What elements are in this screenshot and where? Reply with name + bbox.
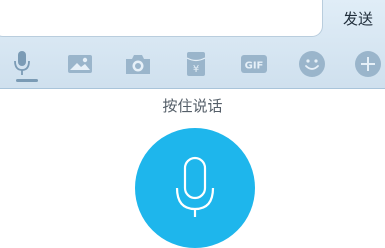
camera-tab[interactable]	[121, 46, 155, 82]
voice-tab[interactable]	[5, 46, 39, 82]
message-input[interactable]	[0, 0, 323, 37]
composer-bar: 发送 ¥ GIF	[0, 0, 385, 89]
active-tab-indicator	[16, 79, 38, 82]
more-tab[interactable]	[351, 46, 385, 82]
microphone-icon	[12, 50, 32, 78]
send-button[interactable]: 发送	[343, 8, 373, 29]
camera-icon	[124, 52, 152, 76]
gif-icon: GIF	[240, 54, 268, 74]
hold-to-talk-button[interactable]	[135, 128, 255, 248]
image-icon	[67, 53, 93, 75]
input-toolbar: ¥ GIF	[0, 46, 385, 82]
red-packet-icon: ¥	[185, 50, 207, 78]
hold-to-talk-hint: 按住说话	[162, 97, 223, 115]
svg-text:GIF: GIF	[245, 61, 264, 72]
plus-icon	[354, 50, 382, 78]
svg-text:¥: ¥	[193, 64, 199, 75]
gif-tab[interactable]: GIF	[237, 46, 271, 82]
emoji-tab[interactable]	[295, 46, 329, 82]
image-tab[interactable]	[63, 46, 97, 82]
emoji-icon	[298, 50, 326, 78]
red-packet-tab[interactable]: ¥	[179, 46, 213, 82]
